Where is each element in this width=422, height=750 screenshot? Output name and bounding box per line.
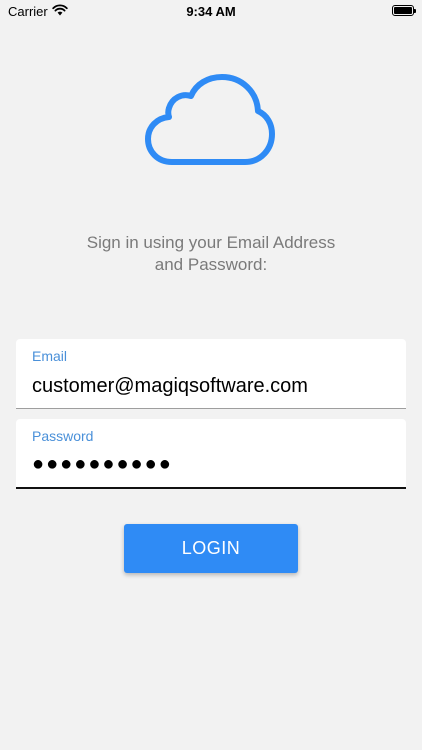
login-screen: Carrier 9:34 AM Sign in using your Email… bbox=[0, 0, 422, 750]
cloud-icon bbox=[144, 74, 276, 168]
battery-cap bbox=[414, 9, 416, 13]
battery-icon bbox=[392, 5, 416, 16]
password-input[interactable]: ●●●●●●●●●● bbox=[32, 453, 173, 476]
email-field[interactable]: Email bbox=[16, 339, 406, 409]
password-field[interactable]: Password ●●●●●●●●●● bbox=[16, 419, 406, 489]
status-bar: Carrier 9:34 AM bbox=[0, 0, 422, 24]
instruction-line-1: Sign in using your Email Address bbox=[86, 233, 336, 252]
instruction-line-2: and Password: bbox=[154, 255, 268, 274]
status-time: 9:34 AM bbox=[186, 4, 236, 19]
battery-fill bbox=[394, 7, 412, 14]
email-input[interactable] bbox=[32, 371, 390, 401]
login-button[interactable]: LOGIN bbox=[124, 524, 298, 573]
email-label: Email bbox=[32, 348, 68, 364]
password-label: Password bbox=[32, 428, 94, 444]
sign-in-instruction: Sign in using your Email Address and Pas… bbox=[40, 232, 382, 276]
